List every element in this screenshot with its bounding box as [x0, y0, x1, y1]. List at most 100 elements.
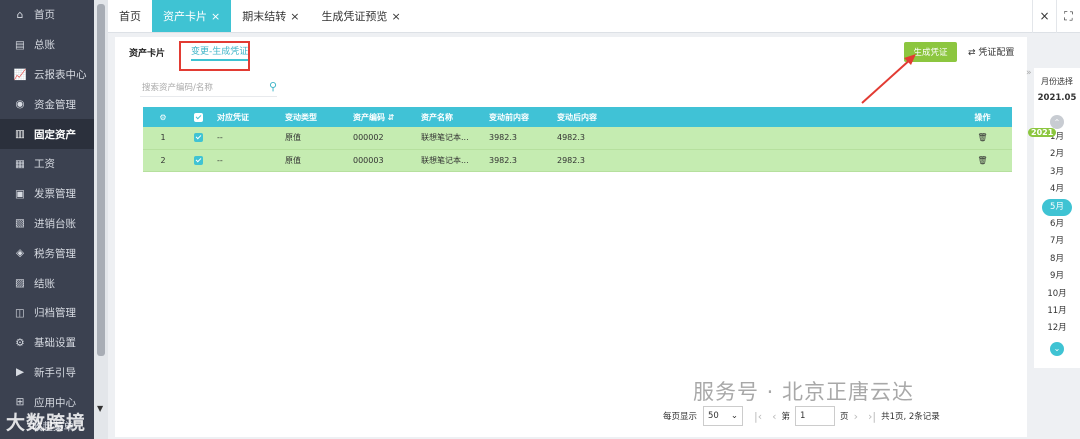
home-icon: ⌂: [16, 8, 24, 21]
sidebar-item-label: 基础设置: [34, 337, 76, 350]
guide-icon: ▶: [15, 366, 25, 379]
config-icon: ⇄: [968, 48, 979, 58]
money-bag-icon: ◉: [15, 98, 25, 111]
cell-voucher: --: [213, 149, 281, 172]
month-item[interactable]: 5月: [1042, 198, 1072, 216]
subtab-asset-card[interactable]: 资产卡片: [129, 46, 165, 59]
row-index: 2: [143, 149, 183, 172]
cell-after: 4982.3: [553, 127, 953, 150]
sidebar-item[interactable]: ▦ 工资: [0, 149, 94, 179]
sidebar-item-label: 税务管理: [34, 247, 76, 260]
book-icon: ▥: [15, 128, 25, 141]
month-item[interactable]: 2月: [1034, 146, 1080, 163]
sidebar-item[interactable]: ◫ 归档管理: [0, 298, 94, 328]
close-icon[interactable]: ×: [391, 10, 400, 23]
scroll-down-arrow-icon[interactable]: ▼: [97, 404, 103, 413]
sidebar-item[interactable]: ▤ 总账: [0, 30, 94, 60]
search-input[interactable]: 搜索资产编码/名称 ⚲: [140, 77, 277, 97]
generate-voucher-button[interactable]: 生成凭证: [904, 42, 957, 62]
highlight-box: [179, 41, 250, 71]
page-input[interactable]: 1: [795, 406, 836, 426]
month-item[interactable]: 9月: [1034, 268, 1080, 285]
chevron-down-icon: ⌄: [730, 411, 739, 421]
chevron-down-icon[interactable]: ⌄: [1050, 341, 1064, 356]
sidebar-item[interactable]: ◈ 税务管理: [0, 238, 94, 268]
month-item[interactable]: 7月: [1034, 233, 1080, 250]
current-period: 2021.05: [1037, 93, 1077, 103]
delete-icon[interactable]: 🗑: [953, 149, 1012, 172]
logo-watermark: 大数跨境: [6, 412, 87, 434]
tab-voucher-preview[interactable]: 生成凭证预览 ×: [310, 0, 411, 32]
pagination: 每页显示 50 ⌄ |‹ ‹ 第 1 页 › ›| 共1页, 2条记录: [663, 406, 940, 426]
per-page-select[interactable]: 50 ⌄: [703, 406, 744, 426]
sidebar-item-label: 固定资产: [34, 128, 76, 141]
sidebar-item[interactable]: ⚙ 基础设置: [0, 328, 94, 358]
archive-icon: ◫: [15, 306, 25, 319]
sidebar-item[interactable]: ▨ 结账: [0, 268, 94, 298]
search-icon[interactable]: ⚲: [269, 80, 277, 93]
page-suffix: 页: [840, 412, 849, 422]
col-asset-code[interactable]: 资产编码 ⇵: [349, 107, 417, 127]
select-all-checkbox[interactable]: [183, 107, 213, 127]
table-row[interactable]: 2 -- 原值 000003 联想笔记本... 3982.3 2982.3 🗑: [143, 149, 1012, 172]
close-icon[interactable]: ×: [211, 10, 220, 23]
voucher-config-button[interactable]: ⇄ 凭证配置: [968, 45, 1014, 58]
month-item[interactable]: 4月: [1034, 181, 1080, 198]
month-panel-title: 月份选择: [1041, 77, 1073, 86]
asset-change-table: ⚙ 对应凭证 变动类型 资产编码 ⇵ 资产名称 变动前内容 变动后内容 操作 1…: [143, 107, 1012, 172]
sidebar-item-label: 工资: [34, 158, 55, 171]
col-asset-name: 资产名称: [417, 107, 485, 127]
sidebar-item-label: 新手引导: [34, 366, 76, 379]
delete-icon[interactable]: 🗑: [953, 127, 1012, 150]
close-icon[interactable]: ×: [290, 10, 299, 23]
fullscreen-button[interactable]: ⛶: [1056, 0, 1080, 33]
ledger-icon: ▤: [15, 38, 25, 51]
chevron-up-icon[interactable]: ⌃: [1050, 115, 1064, 129]
sidebar-item[interactable]: ▶ 新手引导: [0, 358, 94, 388]
month-item[interactable]: 10月: [1034, 286, 1080, 303]
sidebar-item-label: 云报表中心: [34, 68, 87, 81]
sidebar-item[interactable]: ▥ 固定资产: [0, 119, 94, 149]
sidebar-item-label: 归档管理: [34, 307, 76, 320]
register-icon: ▧: [15, 217, 25, 230]
cell-name: 联想笔记本...: [417, 127, 485, 150]
sidebar-item[interactable]: 📈 云报表中心: [0, 60, 94, 90]
close-book-icon: ▨: [15, 277, 25, 290]
sidebar-item[interactable]: ▣ 发票管理: [0, 179, 94, 209]
month-item[interactable]: 12月: [1034, 320, 1080, 337]
last-page-icon[interactable]: ›|: [868, 410, 876, 423]
table-row[interactable]: 1 -- 原值 000002 联想笔记本... 3982.3 4982.3 🗑: [143, 127, 1012, 150]
prev-page-icon[interactable]: ‹: [772, 410, 776, 423]
month-item[interactable]: 8月: [1034, 251, 1080, 268]
year-badge: 2021: [1028, 128, 1057, 137]
cell-before: 3982.3: [485, 149, 553, 172]
next-page-icon[interactable]: ›: [854, 410, 858, 423]
filter-icon[interactable]: ⇵: [388, 113, 395, 122]
scrollbar-thumb[interactable]: [97, 4, 105, 356]
page-summary: 共1页, 2条记录: [881, 412, 940, 422]
sidebar-item-label: 首页: [34, 9, 55, 22]
sidebar-scrollbar[interactable]: ▼: [94, 0, 108, 439]
sidebar-item[interactable]: ▧ 进销台账: [0, 209, 94, 239]
close-all-button[interactable]: ×: [1032, 0, 1056, 33]
col-change-type: 变动类型: [281, 107, 349, 127]
month-item[interactable]: 3月: [1034, 164, 1080, 181]
month-item[interactable]: 11月: [1034, 303, 1080, 320]
tab-home[interactable]: 首页: [108, 0, 152, 32]
month-item[interactable]: 6月: [1034, 216, 1080, 233]
settings-icon[interactable]: ⚙: [143, 107, 183, 127]
sidebar-item-label: 总账: [34, 39, 55, 52]
cell-type: 原值: [281, 149, 349, 172]
salary-icon: ▦: [15, 157, 25, 170]
sidebar-item[interactable]: ◉ 资金管理: [0, 89, 94, 119]
cell-code: 000003: [349, 149, 417, 172]
invoice-icon: ▣: [15, 187, 25, 200]
first-page-icon[interactable]: |‹: [754, 410, 762, 423]
tab-bar: 首页 资产卡片 × 期末结转 × 生成凭证预览 × × ⛶: [108, 0, 1080, 33]
col-voucher: 对应凭证: [213, 107, 281, 127]
row-checkbox[interactable]: [183, 149, 213, 172]
sidebar-item[interactable]: ⌂ 首页: [0, 0, 94, 30]
tab-period-end[interactable]: 期末结转 ×: [231, 0, 310, 32]
row-checkbox[interactable]: [183, 127, 213, 150]
tab-asset-card[interactable]: 资产卡片 ×: [152, 0, 232, 32]
